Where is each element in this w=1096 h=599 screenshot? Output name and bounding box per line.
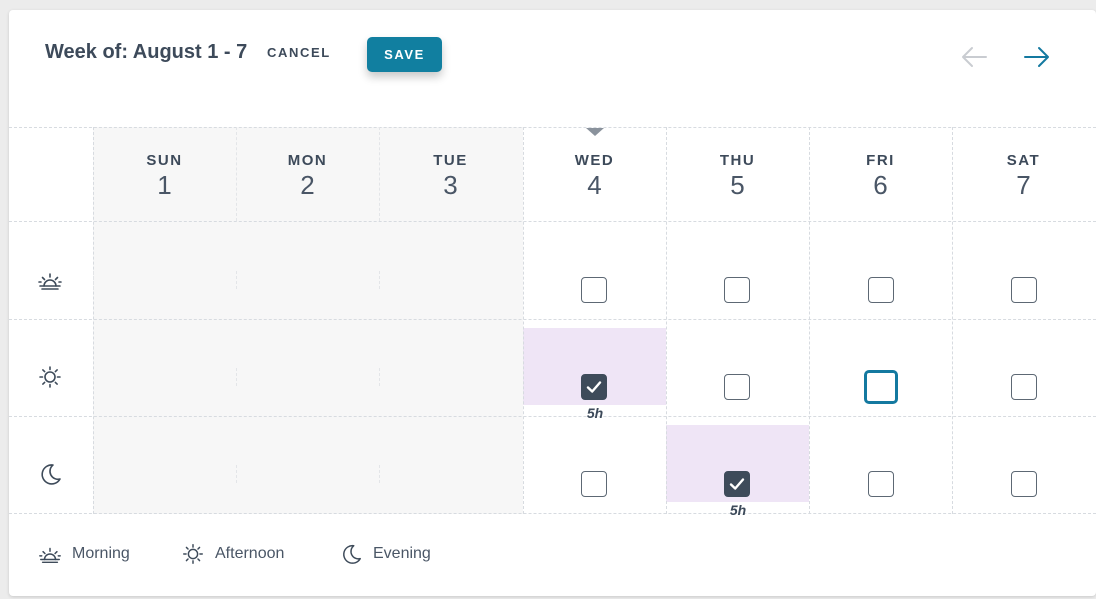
checkbox-wed-morning[interactable] [581, 277, 607, 303]
arrow-right-icon[interactable] [1023, 46, 1051, 68]
day-name: SAT [1006, 152, 1041, 169]
hours-label: 5h [586, 405, 604, 421]
day-header-thu: THU 5 [666, 152, 809, 201]
day-header-sun: SUN 1 [93, 152, 236, 201]
day-name: SUN [146, 152, 183, 169]
sunrise-icon [37, 267, 63, 293]
checkmark-icon [729, 478, 745, 490]
day-name: MON [287, 152, 328, 169]
day-number: 2 [300, 170, 315, 200]
checkbox-fri-evening[interactable] [868, 471, 894, 497]
checkbox-sat-afternoon[interactable] [1011, 374, 1037, 400]
save-button[interactable]: SAVE [367, 37, 442, 72]
checkbox-wed-evening[interactable] [581, 471, 607, 497]
grid-line [9, 513, 1096, 514]
sun-icon [37, 364, 63, 390]
checkbox-fri-morning[interactable] [868, 277, 894, 303]
checkbox-sat-evening[interactable] [1011, 471, 1037, 497]
day-name: FRI [866, 152, 895, 169]
day-header-fri: FRI 6 [809, 152, 952, 201]
day-header-mon: MON 2 [236, 152, 379, 201]
sun-icon [181, 542, 205, 566]
availability-card: Week of: August 1 - 7 CANCEL SAVE SUN 1 … [9, 10, 1096, 596]
today-marker-icon [586, 128, 604, 136]
grid-line [93, 271, 94, 289]
grid-line [236, 271, 237, 289]
moon-icon [339, 542, 363, 566]
legend-label: Morning [72, 545, 130, 562]
grid-line [9, 416, 1096, 417]
grid-line [9, 221, 1096, 222]
hours-label: 5h [729, 502, 747, 518]
day-number: 3 [443, 170, 458, 200]
day-number: 4 [587, 170, 602, 200]
grid-line [9, 127, 1096, 128]
page-title: Week of: August 1 - 7 [45, 41, 248, 63]
checkbox-wed-afternoon[interactable] [581, 374, 607, 400]
day-header-wed: WED 4 [523, 152, 666, 201]
day-header-tue: TUE 3 [379, 152, 522, 201]
arrow-left-icon[interactable] [960, 46, 988, 68]
checkbox-sat-morning[interactable] [1011, 277, 1037, 303]
grid-line [379, 368, 380, 386]
grid-line [379, 465, 380, 483]
day-name: TUE [433, 152, 468, 169]
legend-afternoon: Afternoon [181, 542, 284, 566]
checkbox-thu-morning[interactable] [724, 277, 750, 303]
grid-line [236, 465, 237, 483]
legend-label: Evening [373, 545, 431, 562]
checkbox-thu-afternoon[interactable] [724, 374, 750, 400]
day-number: 1 [157, 170, 172, 200]
legend-evening: Evening [339, 542, 431, 566]
day-number: 7 [1016, 170, 1031, 200]
day-name: WED [574, 152, 615, 169]
checkmark-icon [586, 381, 602, 393]
day-number: 6 [873, 170, 888, 200]
legend-label: Afternoon [215, 545, 285, 562]
grid-line [9, 319, 1096, 320]
day-name: THU [719, 152, 756, 169]
sunrise-icon [38, 542, 62, 566]
checkbox-fri-afternoon[interactable] [864, 370, 898, 404]
schedule-grid: SUN 1 MON 2 TUE 3 WED 4 THU 5 FRI 6 SAT … [9, 127, 1096, 518]
legend-morning: Morning [38, 542, 130, 566]
checkbox-thu-evening[interactable] [724, 471, 750, 497]
grid-line [236, 368, 237, 386]
moon-icon [37, 461, 63, 487]
day-header-sat: SAT 7 [952, 152, 1095, 201]
cancel-button[interactable]: CANCEL [267, 45, 331, 60]
grid-line [379, 271, 380, 289]
day-number: 5 [730, 170, 745, 200]
